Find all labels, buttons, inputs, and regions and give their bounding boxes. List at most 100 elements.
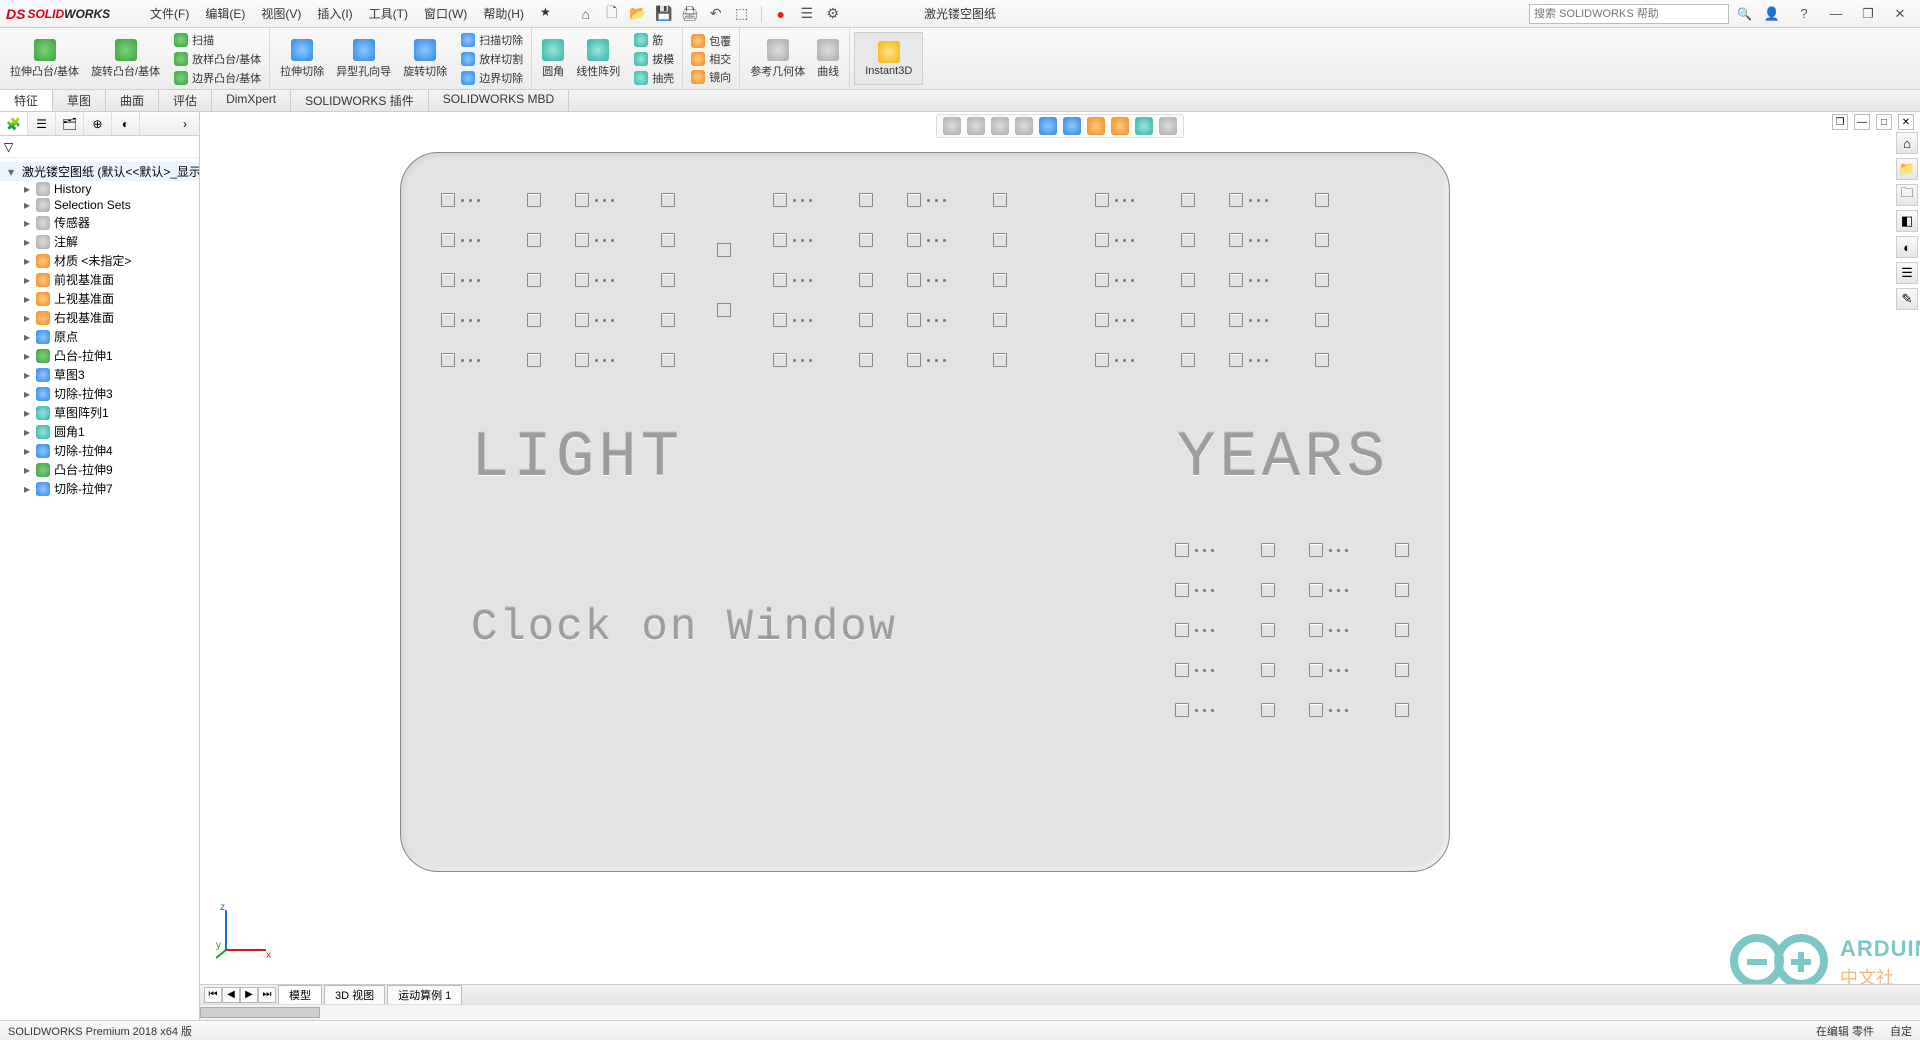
mirror-button[interactable]: 镜向: [689, 68, 733, 86]
taskpane-custom-props-icon[interactable]: ☰: [1896, 262, 1918, 284]
tree-item-6[interactable]: ▸上视基准面: [0, 289, 199, 308]
options-icon[interactable]: ☰: [798, 5, 816, 23]
tree-item-8[interactable]: ▸原点: [0, 327, 199, 346]
view-settings-icon[interactable]: [1159, 117, 1177, 135]
tree-item-9[interactable]: ▸凸台-拉伸1: [0, 346, 199, 365]
search-input[interactable]: [1529, 4, 1729, 24]
tree-item-10[interactable]: ▸草图3: [0, 365, 199, 384]
reference-geom-button[interactable]: 参考几何体: [746, 37, 809, 81]
menu-insert[interactable]: 插入(I): [311, 3, 358, 24]
user-icon[interactable]: 👤: [1760, 4, 1784, 24]
fillet-button[interactable]: 圆角: [538, 37, 568, 81]
menu-pin-icon[interactable]: ★: [534, 3, 557, 24]
scene-icon[interactable]: [1135, 117, 1153, 135]
hole-wizard-button[interactable]: 异型孔向导: [332, 37, 395, 81]
boundary-cut-button[interactable]: 边界切除: [459, 69, 525, 87]
instant3d-button[interactable]: Instant3D: [861, 39, 916, 79]
fm-tab-dim-icon[interactable]: ⊕: [84, 112, 112, 135]
taskpane-forum-icon[interactable]: ✎: [1896, 288, 1918, 310]
shell-button[interactable]: 抽壳: [632, 69, 676, 87]
fm-tab-display-icon[interactable]: ◐: [112, 112, 140, 135]
tree-root[interactable]: ▾激光镂空图纸 (默认<<默认>_显示状态 1>: [0, 162, 199, 181]
expand-icon[interactable]: ▸: [22, 235, 32, 249]
menu-help[interactable]: 帮助(H): [477, 3, 530, 24]
fm-tab-config-icon[interactable]: 🗂: [56, 112, 84, 135]
gfx-minimize-icon[interactable]: —: [1854, 114, 1870, 130]
tree-item-4[interactable]: ▸材质 <未指定>: [0, 251, 199, 270]
sweep-button[interactable]: 扫描: [172, 31, 263, 49]
restore-icon[interactable]: ❐: [1856, 4, 1880, 24]
tree-filter[interactable]: ▽: [0, 136, 199, 158]
expand-icon[interactable]: ▸: [22, 182, 32, 196]
prev-view-icon[interactable]: [991, 117, 1009, 135]
expand-icon[interactable]: ▸: [22, 292, 32, 306]
tab-surface[interactable]: 曲面: [106, 90, 159, 111]
revolve-cut-button[interactable]: 旋转切除: [399, 37, 451, 81]
minimize-icon[interactable]: —: [1824, 4, 1848, 24]
expand-icon[interactable]: ▸: [22, 463, 32, 477]
expand-icon[interactable]: ▸: [22, 311, 32, 325]
gfx-maximize-icon[interactable]: □: [1876, 114, 1892, 130]
linear-pattern-button[interactable]: 线性阵列: [572, 37, 624, 81]
taskpane-view-palette-icon[interactable]: ◧: [1896, 210, 1918, 232]
menu-edit[interactable]: 编辑(E): [199, 3, 251, 24]
taskpane-home-icon[interactable]: ⌂: [1896, 132, 1918, 154]
save-icon[interactable]: 💾: [655, 5, 673, 23]
expand-icon[interactable]: ▸: [22, 216, 32, 230]
tree-item-0[interactable]: ▸History: [0, 181, 199, 197]
print-icon[interactable]: 🖨: [681, 5, 699, 23]
loft-cut-button[interactable]: 放样切割: [459, 50, 525, 68]
expand-icon[interactable]: ▸: [22, 254, 32, 268]
expand-icon[interactable]: ▸: [22, 330, 32, 344]
sweep-cut-button[interactable]: 扫描切除: [459, 31, 525, 49]
tree-item-13[interactable]: ▸圆角1: [0, 422, 199, 441]
taskpane-design-lib-icon[interactable]: 📁: [1896, 158, 1918, 180]
expand-icon[interactable]: ▸: [22, 444, 32, 458]
help-icon[interactable]: ?: [1792, 4, 1816, 24]
close-icon[interactable]: ✕: [1888, 4, 1912, 24]
tab-next-icon[interactable]: ▶: [240, 987, 258, 1003]
feature-tree[interactable]: ▾激光镂空图纸 (默认<<默认>_显示状态 1> ▸History▸Select…: [0, 158, 199, 1020]
expand-icon[interactable]: ▸: [22, 406, 32, 420]
tab-sketch[interactable]: 草图: [53, 90, 106, 111]
gfx-close-icon[interactable]: ✕: [1898, 114, 1914, 130]
display-style-icon[interactable]: [1063, 117, 1081, 135]
open-icon[interactable]: 📂: [629, 5, 647, 23]
zoom-fit-icon[interactable]: [943, 117, 961, 135]
extrude-cut-button[interactable]: 拉伸切除: [276, 37, 328, 81]
select-icon[interactable]: ⬚: [733, 5, 751, 23]
tab-mbd[interactable]: SOLIDWORKS MBD: [429, 90, 569, 111]
search-icon[interactable]: 🔍: [1737, 7, 1752, 21]
tab-first-icon[interactable]: ⏮: [204, 987, 222, 1003]
model-tab-motion[interactable]: 运动算例 1: [387, 985, 462, 1004]
tab-evaluate[interactable]: 评估: [159, 90, 212, 111]
tree-item-3[interactable]: ▸注解: [0, 232, 199, 251]
tree-item-5[interactable]: ▸前视基准面: [0, 270, 199, 289]
status-custom[interactable]: 自定: [1890, 1023, 1912, 1039]
expand-icon[interactable]: ▸: [22, 368, 32, 382]
expand-icon[interactable]: ▸: [22, 349, 32, 363]
tree-item-14[interactable]: ▸切除-拉伸4: [0, 441, 199, 460]
tree-item-1[interactable]: ▸Selection Sets: [0, 197, 199, 213]
appearance-icon[interactable]: [1111, 117, 1129, 135]
orientation-triad[interactable]: z x y: [216, 900, 276, 960]
tree-item-16[interactable]: ▸切除-拉伸7: [0, 479, 199, 498]
rib-button[interactable]: 筋: [632, 31, 676, 49]
fm-tab-property-icon[interactable]: ☰: [28, 112, 56, 135]
expand-icon[interactable]: ▸: [22, 273, 32, 287]
menu-view[interactable]: 视图(V): [255, 3, 307, 24]
collapse-icon[interactable]: ▾: [8, 165, 14, 179]
tree-item-7[interactable]: ▸右视基准面: [0, 308, 199, 327]
expand-icon[interactable]: ▸: [22, 482, 32, 496]
tab-addins[interactable]: SOLIDWORKS 插件: [291, 90, 429, 111]
model-tab-model[interactable]: 模型: [278, 985, 322, 1004]
tab-features[interactable]: 特征: [0, 90, 53, 111]
wrap-button[interactable]: 包覆: [689, 32, 733, 50]
view-orient-icon[interactable]: [1039, 117, 1057, 135]
tab-dimxpert[interactable]: DimXpert: [212, 90, 291, 111]
graphics-area[interactable]: ❐ — □ ✕ ⌂ 📁 🗀 ◧ ◐ ☰ ✎ LIGHT YEARS Clock …: [200, 112, 1920, 1020]
tab-prev-icon[interactable]: ◀: [222, 987, 240, 1003]
expand-icon[interactable]: ▸: [22, 198, 32, 212]
undo-icon[interactable]: ↶: [707, 5, 725, 23]
curves-button[interactable]: 曲线: [813, 37, 843, 81]
